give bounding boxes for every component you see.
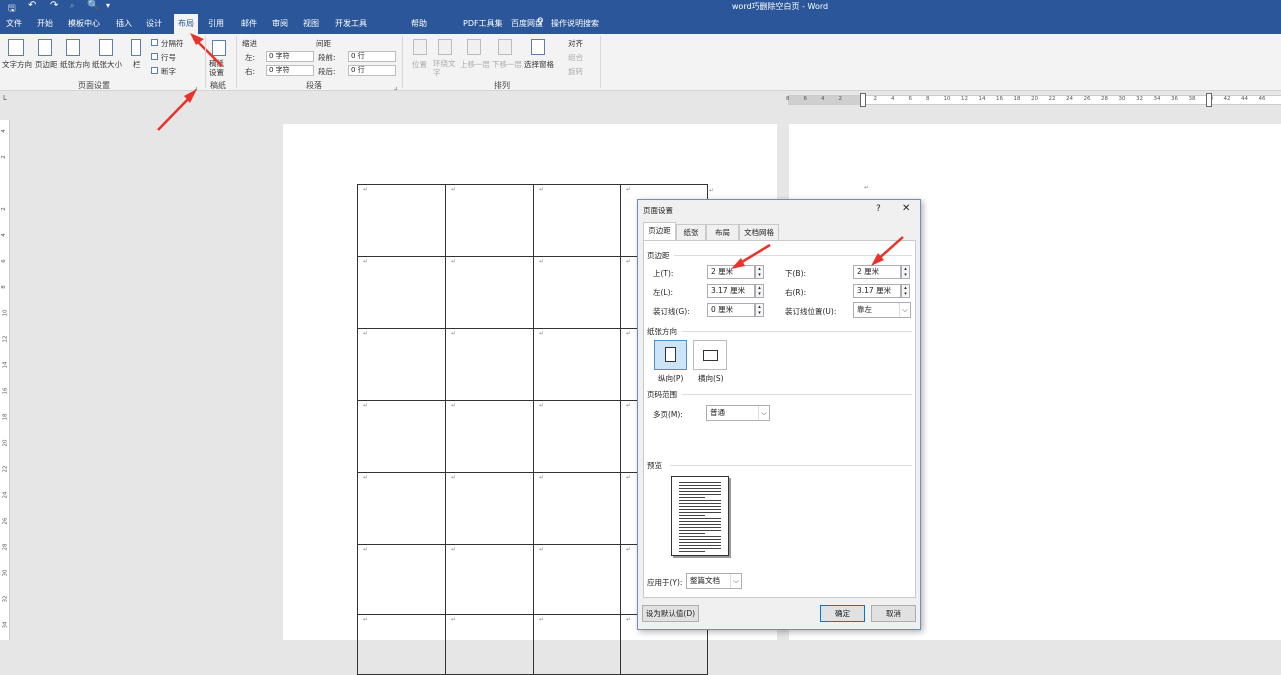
page-setup-launcher-icon[interactable]: ⌟ — [194, 82, 198, 91]
arrow-to-bottom-margin — [871, 236, 904, 266]
group-label-manuscript: 稿纸 — [210, 81, 226, 90]
paragraph-mark: ↵ — [709, 187, 715, 194]
arrow-to-page-setup-launcher — [157, 89, 197, 131]
group-separator — [600, 36, 601, 88]
arrow-to-layout-tab — [190, 33, 223, 67]
group-separator — [402, 36, 403, 88]
group-label-arrange: 排列 — [494, 81, 510, 90]
group-separator — [205, 36, 206, 88]
paragraph-launcher-icon[interactable]: ⌟ — [394, 82, 398, 91]
annotation-arrows — [157, 33, 904, 269]
group-label-paragraph: 段落 — [306, 81, 322, 90]
group-separator — [236, 36, 237, 88]
group-label-page-setup: 页面设置 — [78, 81, 110, 90]
arrow-to-top-margin — [731, 243, 771, 269]
